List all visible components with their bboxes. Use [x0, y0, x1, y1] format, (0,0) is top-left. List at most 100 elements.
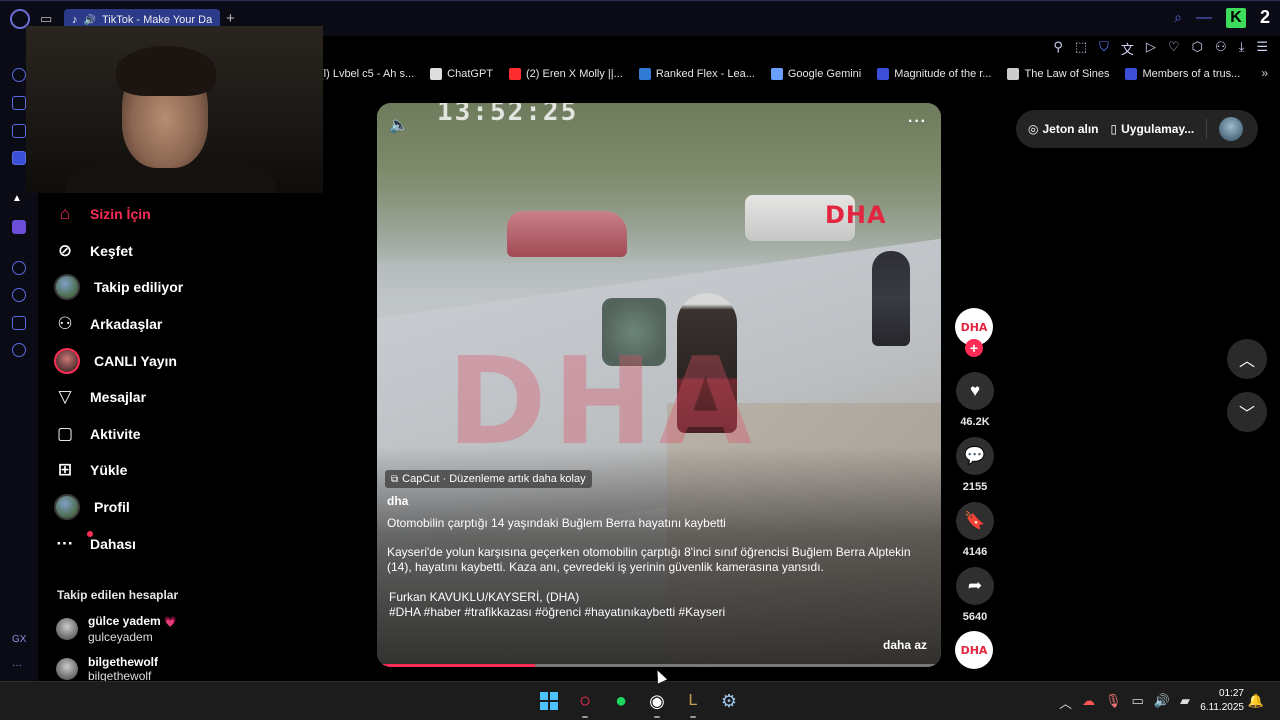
minimize-icon[interactable]: —	[1196, 9, 1212, 27]
windows-icon	[540, 692, 558, 710]
vpn-shield-icon[interactable]: ⛉	[1099, 39, 1109, 58]
battery-icon[interactable]: ▰	[1180, 693, 1190, 712]
kick-logo-icon[interactable]: K	[1225, 7, 1246, 28]
settings-taskbar-icon[interactable]: ⚙	[714, 686, 744, 716]
opera-gx-taskbar-icon[interactable]: ○	[570, 686, 600, 718]
nav-following[interactable]: Takip ediliyor	[54, 272, 183, 302]
music-disc[interactable]: DHA	[955, 631, 993, 669]
workspace-strip-icon[interactable]	[12, 124, 26, 138]
chevron-up-icon: ︿	[1238, 353, 1255, 370]
nav-messages[interactable]: ▽ Mesajlar	[54, 382, 146, 412]
heart-icon[interactable]: ♡	[1168, 39, 1180, 58]
following-account[interactable]: bilgethewolf bilgethewolf	[56, 655, 158, 683]
league-taskbar-icon[interactable]: L	[678, 686, 708, 718]
gear-icon: ⚙	[720, 690, 738, 711]
more-options-icon[interactable]: ···	[908, 113, 927, 131]
twitch-strip-icon[interactable]	[12, 220, 26, 234]
messenger-strip-icon[interactable]	[12, 151, 26, 165]
save-button[interactable]: 🔖	[956, 502, 994, 540]
video-player[interactable]: DHA 13:52:25 DHA 🔈 ··· ⧉ CapCut · Düzenl…	[377, 103, 941, 667]
extensions-icon[interactable]: ⬡	[1192, 39, 1203, 58]
browser-toolbar: ⚲ ⬚ ⛉ 文 ▷ ♡ ⬡ ⚇ ⤓ ☰	[330, 36, 1280, 60]
download-icon[interactable]: ⤓	[1239, 39, 1245, 58]
notification-dot	[87, 531, 93, 537]
obs-icon: ◉	[649, 690, 665, 711]
activity-icon: ▢	[56, 424, 74, 443]
clock-date: 6.11.2025	[1200, 702, 1244, 713]
get-coins-button[interactable]: ◎ Jeton alın	[1028, 122, 1099, 136]
history-strip-icon[interactable]	[12, 288, 26, 302]
extensions-strip-icon[interactable]	[12, 316, 26, 330]
capcut-badge[interactable]: ⧉ CapCut · Düzenleme artık daha kolay	[385, 470, 592, 488]
nav-for-you[interactable]: ⌂ Sizin İçin	[54, 199, 151, 229]
previous-video-button[interactable]: ︿	[1227, 339, 1267, 379]
menu-icon[interactable]: ☰	[1256, 39, 1268, 58]
speaker-icon[interactable]: 🔊	[84, 15, 96, 26]
video-progress-bar[interactable]	[377, 664, 941, 667]
translate-icon[interactable]: 文	[1121, 39, 1134, 58]
nav-more[interactable]: ··· Dahası	[54, 529, 136, 559]
snapshot-icon[interactable]: ⬚	[1075, 39, 1087, 58]
vpn-tray-icon[interactable]: ☁	[1082, 693, 1095, 712]
bookmark-item[interactable]: The Law of Sines	[1007, 68, 1109, 80]
search-icon[interactable]: ⌕	[1174, 9, 1182, 26]
bookmark-item[interactable]: Magnitude of the r...	[877, 68, 991, 80]
like-button[interactable]: ♥	[956, 372, 994, 410]
next-video-button[interactable]: ﹀	[1227, 392, 1267, 432]
bookmark-item[interactable]: Members of a trus...	[1125, 68, 1240, 80]
microphone-icon[interactable]: 🎙	[1105, 693, 1122, 712]
taskbar-apps: ○ ● ◉ L ⚙	[534, 686, 744, 718]
pinboard-strip-icon[interactable]: ▲	[12, 193, 22, 204]
bookmark-item[interactable]: Google Gemini	[770, 68, 861, 80]
tab-menu-icon[interactable]: ▭	[40, 11, 52, 27]
start-button[interactable]	[534, 686, 564, 716]
get-app-button[interactable]: ▯ Uygulamay...	[1111, 122, 1195, 136]
player-strip-icon[interactable]	[12, 261, 26, 275]
chevron-up-icon[interactable]: ︿	[1059, 693, 1072, 712]
comment-button[interactable]: 💬	[956, 437, 994, 475]
following-account[interactable]: gülce yadem 💗 gulceyadem	[56, 614, 177, 644]
nav-label: Dahası	[90, 536, 136, 552]
video-author[interactable]: dha	[387, 494, 408, 508]
video-pedestrian	[872, 251, 910, 346]
avatar	[56, 618, 78, 640]
nav-activity[interactable]: ▢ Aktivite	[54, 419, 141, 449]
nav-label: Aktivite	[90, 426, 141, 442]
new-tab-button[interactable]: +	[226, 10, 235, 27]
nav-upload[interactable]: ⊞ Yükle	[54, 455, 127, 485]
bookmarks-more-icon[interactable]: »	[1261, 66, 1268, 80]
bookmark-item[interactable]: Ranked Flex - Lea...	[638, 68, 755, 80]
nav-profile[interactable]: Profil	[54, 492, 130, 522]
bookmark-item[interactable]: (l) Lvbel c5 - Ah s...	[320, 68, 414, 80]
bookmark-item[interactable]: (2) Eren X Molly ||...	[509, 68, 623, 80]
settings-strip-icon[interactable]	[12, 343, 26, 357]
spotify-taskbar-icon[interactable]: ●	[606, 686, 636, 716]
user-avatar[interactable]	[1219, 117, 1244, 141]
obs-taskbar-icon[interactable]: ◉	[642, 686, 672, 718]
share-button[interactable]: ➦	[956, 567, 994, 605]
system-clock[interactable]: 01:27 6.11.2025	[1200, 687, 1244, 715]
show-less-link[interactable]: daha az	[883, 638, 927, 652]
get-app-label: Uygulamay...	[1121, 122, 1195, 136]
video-timestamp: 13:52:25	[437, 103, 579, 127]
nav-live[interactable]: CANLI Yayın	[54, 346, 177, 376]
bookmark-label: ChatGPT	[447, 68, 494, 80]
bookmark-item[interactable]: ChatGPT	[430, 68, 493, 80]
bookmark-favicon-icon	[509, 68, 522, 80]
follow-button[interactable]: +	[965, 339, 983, 357]
nav-friends[interactable]: ⚇ Arkadaşlar	[54, 309, 162, 339]
pin-icon[interactable]: ⚲	[1053, 39, 1063, 58]
aria-strip-icon[interactable]	[12, 96, 26, 110]
nav-explore[interactable]: ⊘ Keşfet	[54, 236, 133, 266]
display-icon[interactable]: ▭	[1132, 693, 1144, 712]
volume-tray-icon[interactable]: 🔊	[1154, 693, 1170, 712]
home-strip-icon[interactable]	[12, 68, 26, 82]
more-strip-icon[interactable]: ···	[12, 660, 22, 671]
profile-icon[interactable]: ⚇	[1215, 39, 1227, 58]
volume-icon[interactable]: 🔈	[389, 115, 409, 135]
video-hashtags[interactable]: #DHA #haber #trafikkazası #öğrenci #haya…	[389, 605, 725, 619]
gx-strip-icon[interactable]: GX	[12, 634, 26, 645]
window-controls: ⌕ — K 2	[1174, 7, 1270, 28]
play-icon[interactable]: ▷	[1146, 39, 1156, 58]
notification-bell-icon[interactable]: 🔔	[1248, 693, 1264, 709]
